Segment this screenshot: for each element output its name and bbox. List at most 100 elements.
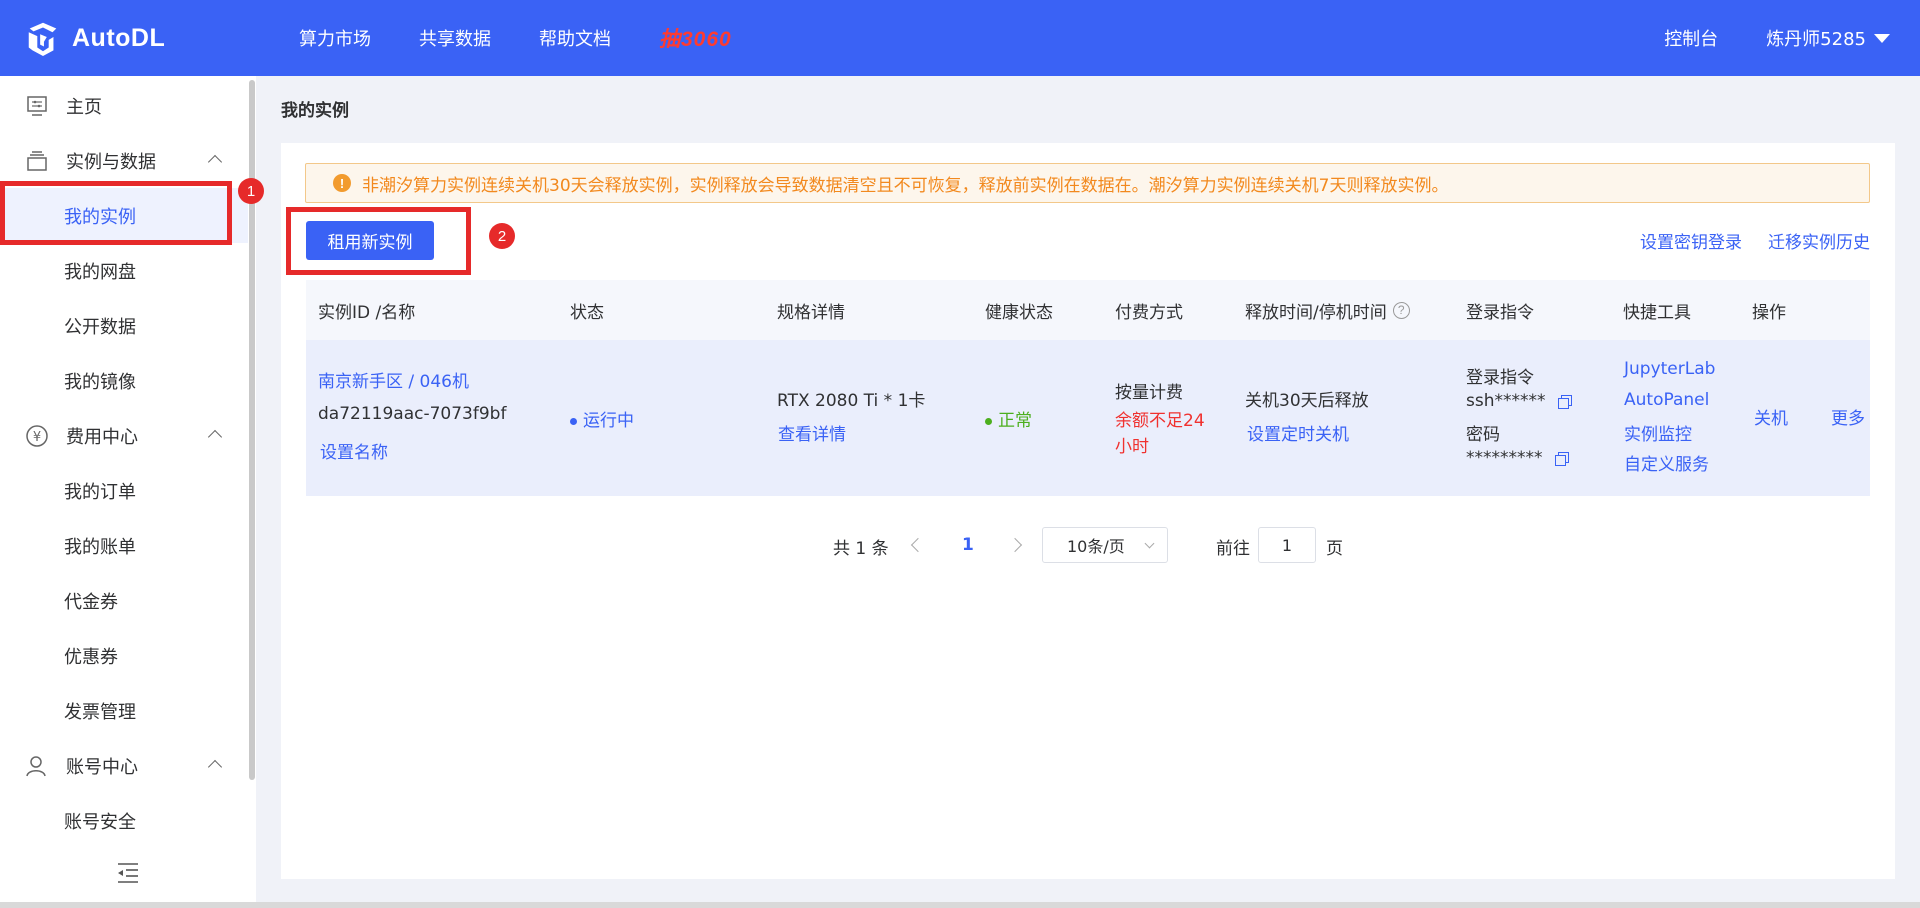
instance-id: da72119aac-7073f9bf (318, 404, 507, 424)
alert-text: 非潮汐算力实例连续关机30天会释放实例，实例释放会导致数据清空且不可恢复，释放前… (362, 175, 1449, 196)
sidebar-item-label: 我的网盘 (64, 261, 136, 283)
svg-text:¥: ¥ (33, 430, 41, 445)
copy-password-icon[interactable] (1554, 451, 1569, 466)
sidebar-item-account-security[interactable]: 账号安全 (0, 793, 248, 848)
billing-method: 按量计费 (1115, 383, 1183, 403)
user-menu[interactable]: 炼丹师5285 (1766, 25, 1890, 51)
sidebar-item-my-orders[interactable]: 我的订单 (0, 463, 248, 518)
collapse-sidebar-icon[interactable] (116, 862, 140, 884)
page-suffix: 页 (1326, 539, 1343, 559)
caret-down-icon (1874, 33, 1890, 43)
nav-shared-data[interactable]: 共享数据 (419, 25, 491, 51)
tool-custom-service-link[interactable]: 自定义服务 (1624, 450, 1709, 475)
sidebar-item-invoices[interactable]: 发票管理 (0, 683, 248, 738)
page-size-value: 10条/页 (1067, 537, 1125, 556)
set-ssh-key-login-link[interactable]: 设置密钥登录 (1640, 228, 1742, 253)
chevron-up-icon (207, 759, 223, 775)
home-monitor-icon (24, 93, 50, 119)
top-nav: 算力市场 共享数据 帮助文档 抽3060 (299, 23, 732, 53)
sidebar-item-home[interactable]: 主页 (0, 78, 248, 133)
page-title: 我的实例 (281, 101, 349, 121)
username: 炼丹师5285 (1766, 29, 1866, 50)
col-release-time: 释放时间/停机时间 ? (1245, 280, 1410, 340)
migrate-instance-history-link[interactable]: 迁移实例历史 (1768, 228, 1870, 253)
top-right: 控制台 炼丹师5285 (1664, 0, 1890, 76)
release-warning-alert: ! 非潮汐算力实例连续关机30天会释放实例，实例释放会导致数据清空且不可恢复，释… (305, 163, 1870, 203)
password-label: 密码 (1466, 425, 1500, 445)
goto-page-input[interactable] (1258, 527, 1316, 563)
sidebar-item-label: 优惠券 (64, 646, 118, 668)
table-row: 南京新手区 / 046机 da72119aac-7073f9bf 设置名称 运行… (306, 340, 1870, 496)
copy-ssh-icon[interactable] (1557, 394, 1572, 409)
sidebar-item-label: 账号中心 (66, 756, 138, 778)
brand-logo[interactable]: AutoDL (24, 19, 274, 57)
console-link[interactable]: 控制台 (1664, 25, 1718, 51)
ssh-command-text: ssh****** (1466, 391, 1546, 411)
sidebar-item-label: 实例与数据 (66, 151, 156, 173)
yen-circle-icon: ¥ (24, 423, 50, 449)
brand-name: AutoDL (72, 23, 166, 52)
sidebar-item-label: 账号安全 (64, 811, 136, 833)
goto-label: 前往 (1216, 539, 1250, 559)
col-status: 状态 (570, 302, 604, 323)
status-text: 运行中 (583, 411, 634, 431)
col-actions: 操作 (1752, 302, 1786, 323)
sidebar-item-label: 我的镜像 (64, 371, 136, 393)
annotation-box-2 (286, 207, 471, 275)
more-actions-button[interactable]: 更多 (1831, 404, 1865, 429)
sidebar-item-label: 公开数据 (64, 316, 136, 338)
pagination-total: 共 1 条 (833, 539, 889, 559)
page-size-select[interactable]: 10条/页 (1042, 527, 1168, 563)
sidebar-item-label: 代金券 (64, 591, 118, 613)
nav-compute-market[interactable]: 算力市场 (299, 25, 371, 51)
set-name-link[interactable]: 设置名称 (320, 438, 388, 463)
health-dot-icon (985, 417, 992, 425)
top-action-links: 设置密钥登录 迁移实例历史 (1614, 228, 1870, 253)
horizontal-scrollbar[interactable] (0, 902, 1920, 908)
nav-help-docs[interactable]: 帮助文档 (539, 25, 611, 51)
col-login: 登录指令 (1466, 302, 1534, 323)
sidebar-item-label: 我的账单 (64, 536, 136, 558)
nav-promo-3060[interactable]: 抽3060 (659, 23, 732, 53)
help-icon[interactable]: ? (1392, 301, 1410, 319)
health-normal: 正常 (985, 406, 1032, 431)
annotation-badge-2: 2 (489, 223, 515, 249)
instance-name-link[interactable]: 南京新手区 / 046机 (318, 367, 469, 392)
sidebar-item-public-data[interactable]: 公开数据 (0, 298, 248, 353)
password-text: ********* (1466, 448, 1543, 468)
col-billing: 付费方式 (1115, 302, 1183, 323)
sidebar-group-billing[interactable]: ¥ 费用中心 (0, 408, 248, 463)
tool-autopanel-link[interactable]: AutoPanel (1624, 390, 1709, 410)
user-icon (24, 753, 50, 779)
sidebar-item-my-bills[interactable]: 我的账单 (0, 518, 248, 573)
sidebar-group-instances[interactable]: 实例与数据 (0, 133, 248, 188)
sidebar-group-account[interactable]: 账号中心 (0, 738, 248, 793)
password-value: ********* (1466, 448, 1569, 468)
sidebar-item-label: 发票管理 (64, 701, 136, 723)
layers-icon (24, 148, 50, 174)
sidebar-item-vouchers[interactable]: 代金券 (0, 573, 248, 628)
page-number-current[interactable]: 1 (962, 535, 974, 555)
chevron-up-icon (207, 429, 223, 445)
view-details-link[interactable]: 查看详情 (778, 420, 846, 445)
set-scheduled-shutdown-link[interactable]: 设置定时关机 (1247, 420, 1349, 445)
spec-text: RTX 2080 Ti * 1卡 (777, 391, 926, 411)
chevron-down-icon (1144, 538, 1155, 549)
balance-warning-line2: 小时 (1115, 437, 1149, 457)
table-header: 实例ID /名称 状态 规格详情 健康状态 付费方式 释放时间/停机时间 ? 登… (306, 280, 1870, 340)
top-navbar: AutoDL 算力市场 共享数据 帮助文档 抽3060 控制台 炼丹师5285 (0, 0, 1920, 76)
sidebar-item-my-disk[interactable]: 我的网盘 (0, 243, 248, 298)
login-command-label: 登录指令 (1466, 368, 1534, 388)
shutdown-button[interactable]: 关机 (1754, 404, 1788, 429)
ssh-command: ssh****** (1466, 391, 1572, 411)
sidebar-item-coupons[interactable]: 优惠券 (0, 628, 248, 683)
status-running: 运行中 (570, 406, 634, 431)
tool-jupyterlab-link[interactable]: JupyterLab (1624, 359, 1715, 379)
tool-monitor-link[interactable]: 实例监控 (1624, 420, 1692, 445)
sidebar-item-my-images[interactable]: 我的镜像 (0, 353, 248, 408)
chevron-up-icon (207, 154, 223, 170)
warning-icon: ! (333, 174, 351, 192)
sidebar-item-label: 费用中心 (66, 426, 138, 448)
col-tools: 快捷工具 (1623, 302, 1691, 323)
annotation-badge-1: 1 (238, 178, 264, 204)
